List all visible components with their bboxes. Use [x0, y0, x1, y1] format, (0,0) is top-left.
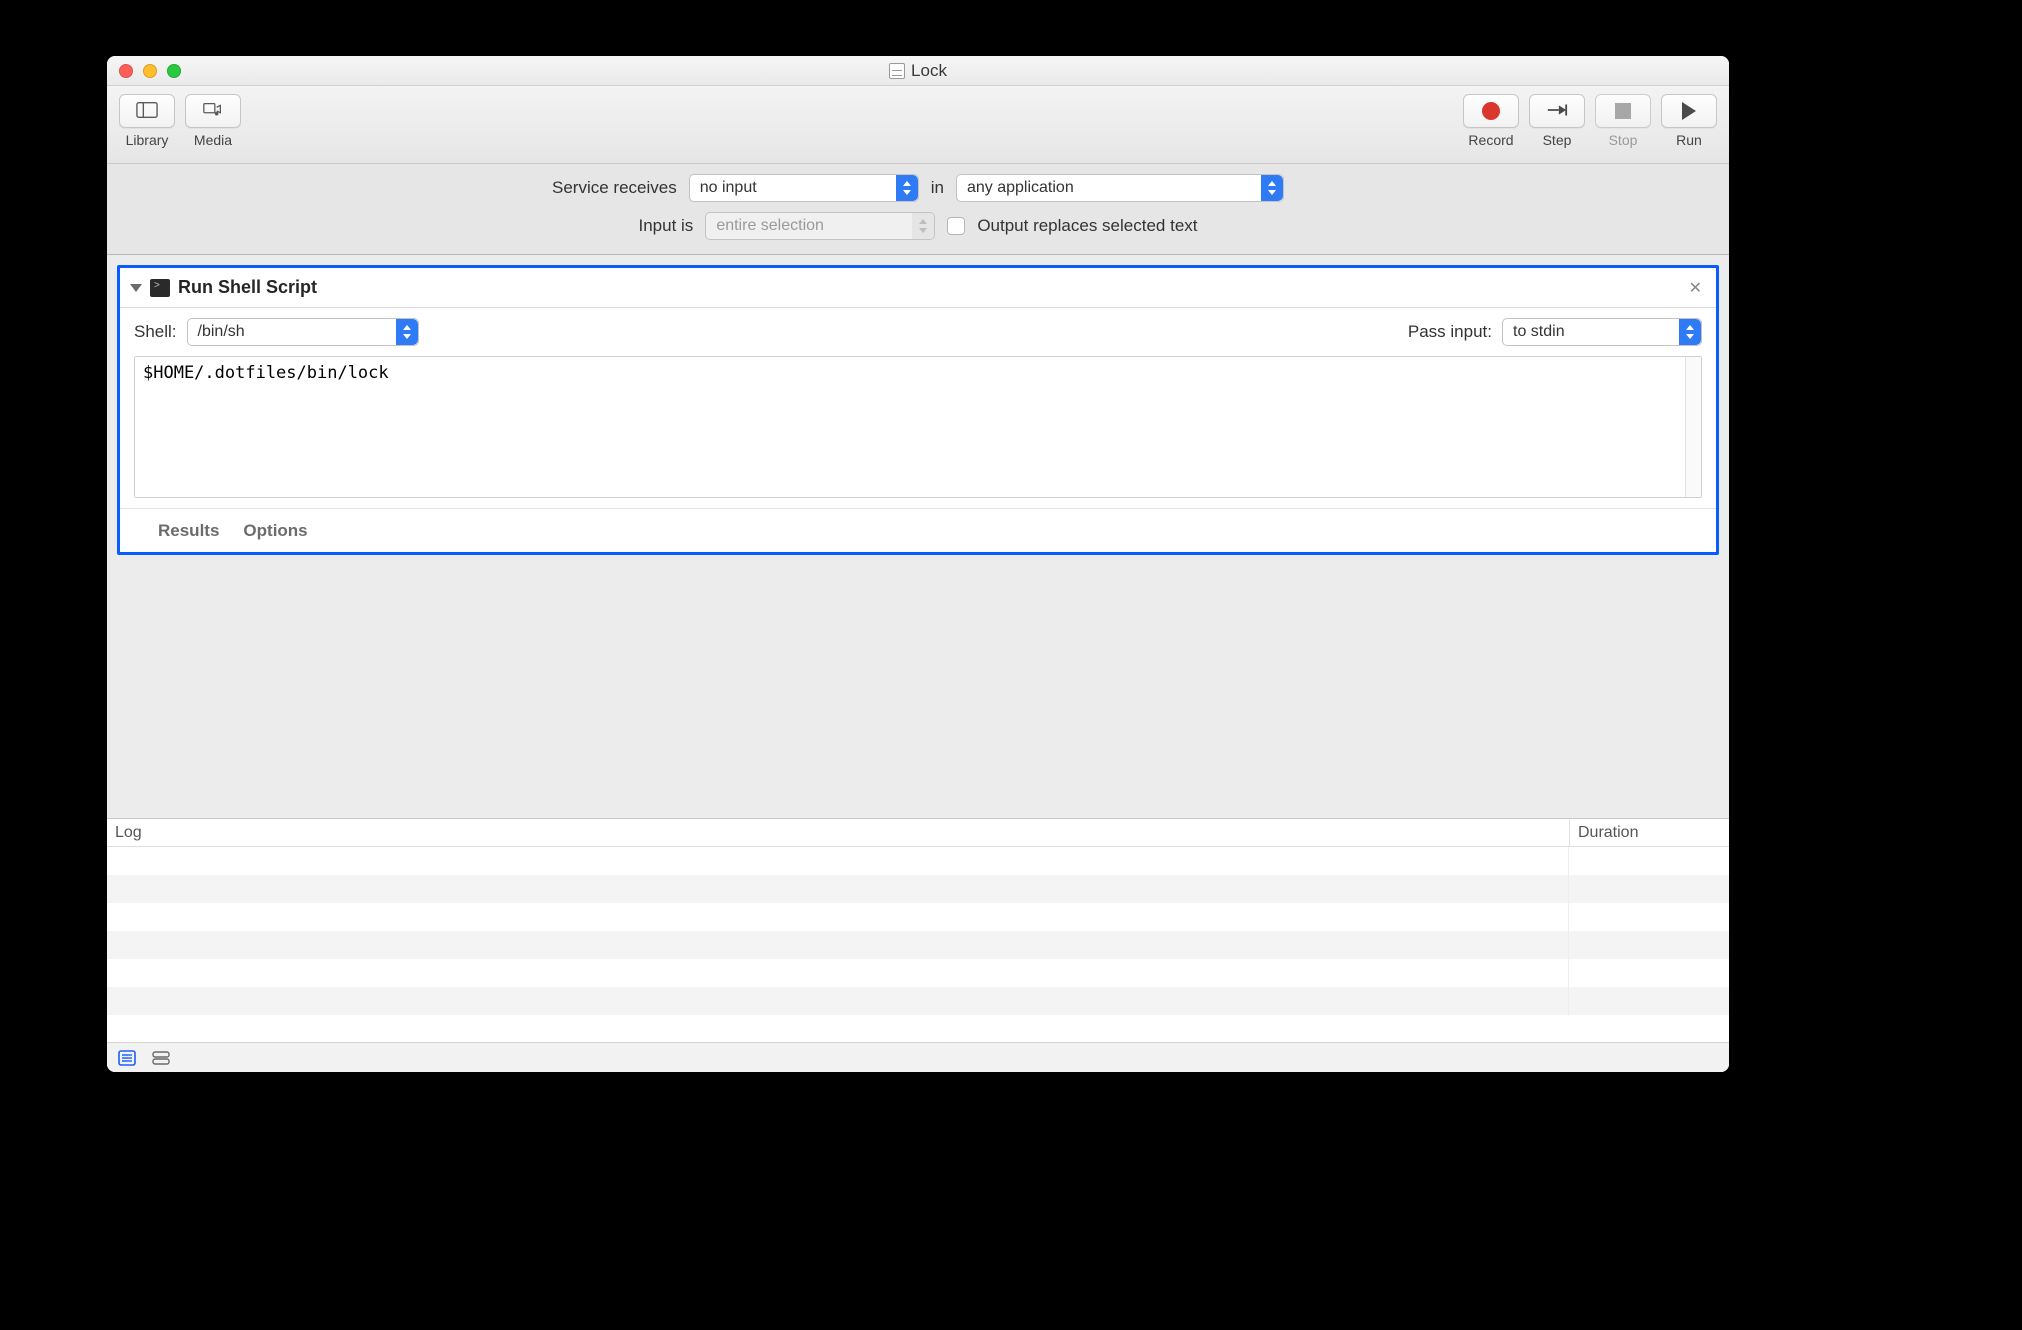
- chevron-updown-icon: [896, 175, 918, 201]
- service-receives-value: no input: [700, 179, 757, 197]
- chevron-updown-icon: [912, 213, 934, 239]
- results-tab[interactable]: Results: [158, 521, 219, 541]
- pass-input-select[interactable]: to stdin: [1502, 318, 1702, 346]
- output-replaces-checkbox[interactable]: [947, 217, 965, 235]
- run-toolbar-item: Run: [1659, 94, 1719, 148]
- chevron-updown-icon: [1261, 175, 1283, 201]
- in-application-select[interactable]: any application: [956, 174, 1284, 202]
- input-is-value: entire selection: [716, 217, 824, 235]
- input-is-label: Input is: [639, 216, 694, 236]
- disclosure-triangle-icon[interactable]: [130, 284, 142, 292]
- record-icon: [1482, 102, 1500, 120]
- window-controls: [119, 64, 181, 78]
- play-icon: [1682, 102, 1696, 120]
- window-title: Lock: [107, 61, 1729, 81]
- step-icon: [1546, 102, 1568, 121]
- shell-label: Shell:: [134, 322, 177, 342]
- pass-input-value: to stdin: [1513, 323, 1565, 341]
- record-label: Record: [1468, 132, 1513, 148]
- stop-toolbar-item: Stop: [1593, 94, 1653, 148]
- chevron-updown-icon: [1679, 319, 1701, 345]
- config-row-1: Service receives no input in any applica…: [552, 174, 1284, 202]
- record-button[interactable]: [1463, 94, 1519, 128]
- run-label: Run: [1676, 132, 1702, 148]
- in-label: in: [931, 178, 944, 198]
- log-row: [107, 875, 1729, 903]
- step-label: Step: [1543, 132, 1572, 148]
- close-window-button[interactable]: [119, 64, 133, 78]
- workflow-canvas: Run Shell Script ✕ Shell: /bin/sh Pass i…: [107, 255, 1729, 818]
- terminal-icon: [150, 279, 170, 297]
- document-icon: [889, 63, 905, 79]
- shell-row: Shell: /bin/sh Pass input: to stdin: [134, 318, 1702, 346]
- library-toolbar-item: Library: [117, 94, 177, 148]
- script-textarea[interactable]: [135, 357, 1685, 497]
- variables-view-button[interactable]: [151, 1049, 171, 1067]
- config-row-2: Input is entire selection Output replace…: [639, 212, 1198, 240]
- step-button[interactable]: [1529, 94, 1585, 128]
- pass-input-label: Pass input:: [1408, 322, 1492, 342]
- action-title: Run Shell Script: [178, 277, 317, 298]
- zoom-window-button[interactable]: [167, 64, 181, 78]
- log-row: [107, 931, 1729, 959]
- media-toolbar-item: Media: [183, 94, 243, 148]
- media-label: Media: [194, 132, 232, 148]
- log-row: [107, 903, 1729, 931]
- action-header: Run Shell Script ✕: [120, 268, 1716, 308]
- record-toolbar-item: Record: [1461, 94, 1521, 148]
- library-button[interactable]: [119, 94, 175, 128]
- duration-column-header[interactable]: Duration: [1569, 819, 1729, 846]
- options-tab[interactable]: Options: [243, 521, 307, 541]
- shell-select[interactable]: /bin/sh: [187, 318, 419, 346]
- service-config-bar: Service receives no input in any applica…: [107, 164, 1729, 255]
- service-receives-select[interactable]: no input: [689, 174, 919, 202]
- run-shell-script-action[interactable]: Run Shell Script ✕ Shell: /bin/sh Pass i…: [117, 265, 1719, 555]
- library-icon: [136, 101, 158, 122]
- library-label: Library: [126, 132, 169, 148]
- log-rows: [107, 847, 1729, 1042]
- log-panel: Log Duration: [107, 818, 1729, 1072]
- service-receives-label: Service receives: [552, 178, 677, 198]
- stop-icon: [1615, 103, 1631, 119]
- status-bar: [107, 1042, 1729, 1072]
- workflow-view-button[interactable]: [117, 1049, 137, 1067]
- shell-value: /bin/sh: [198, 323, 245, 341]
- step-toolbar-item: Step: [1527, 94, 1587, 148]
- in-application-value: any application: [967, 179, 1074, 197]
- toolbar: Library Media Record Step: [107, 86, 1729, 164]
- media-icon: [202, 101, 224, 122]
- stop-button[interactable]: [1595, 94, 1651, 128]
- log-row: [107, 847, 1729, 875]
- window-title-text: Lock: [911, 61, 947, 81]
- scrollbar[interactable]: [1685, 357, 1701, 497]
- log-row: [107, 959, 1729, 987]
- media-button[interactable]: [185, 94, 241, 128]
- chevron-updown-icon: [396, 319, 418, 345]
- automator-window: Lock Library Media Record: [107, 56, 1729, 1072]
- input-is-select: entire selection: [705, 212, 935, 240]
- run-button[interactable]: [1661, 94, 1717, 128]
- remove-action-button[interactable]: ✕: [1685, 278, 1706, 298]
- titlebar: Lock: [107, 56, 1729, 86]
- log-header: Log Duration: [107, 819, 1729, 847]
- output-replaces-label: Output replaces selected text: [977, 216, 1197, 236]
- action-footer: Results Options: [120, 508, 1716, 552]
- log-row: [107, 987, 1729, 1015]
- stop-label: Stop: [1609, 132, 1638, 148]
- log-column-header[interactable]: Log: [107, 819, 1569, 846]
- script-container: [134, 356, 1702, 498]
- action-body: Shell: /bin/sh Pass input: to stdin: [120, 308, 1716, 508]
- minimize-window-button[interactable]: [143, 64, 157, 78]
